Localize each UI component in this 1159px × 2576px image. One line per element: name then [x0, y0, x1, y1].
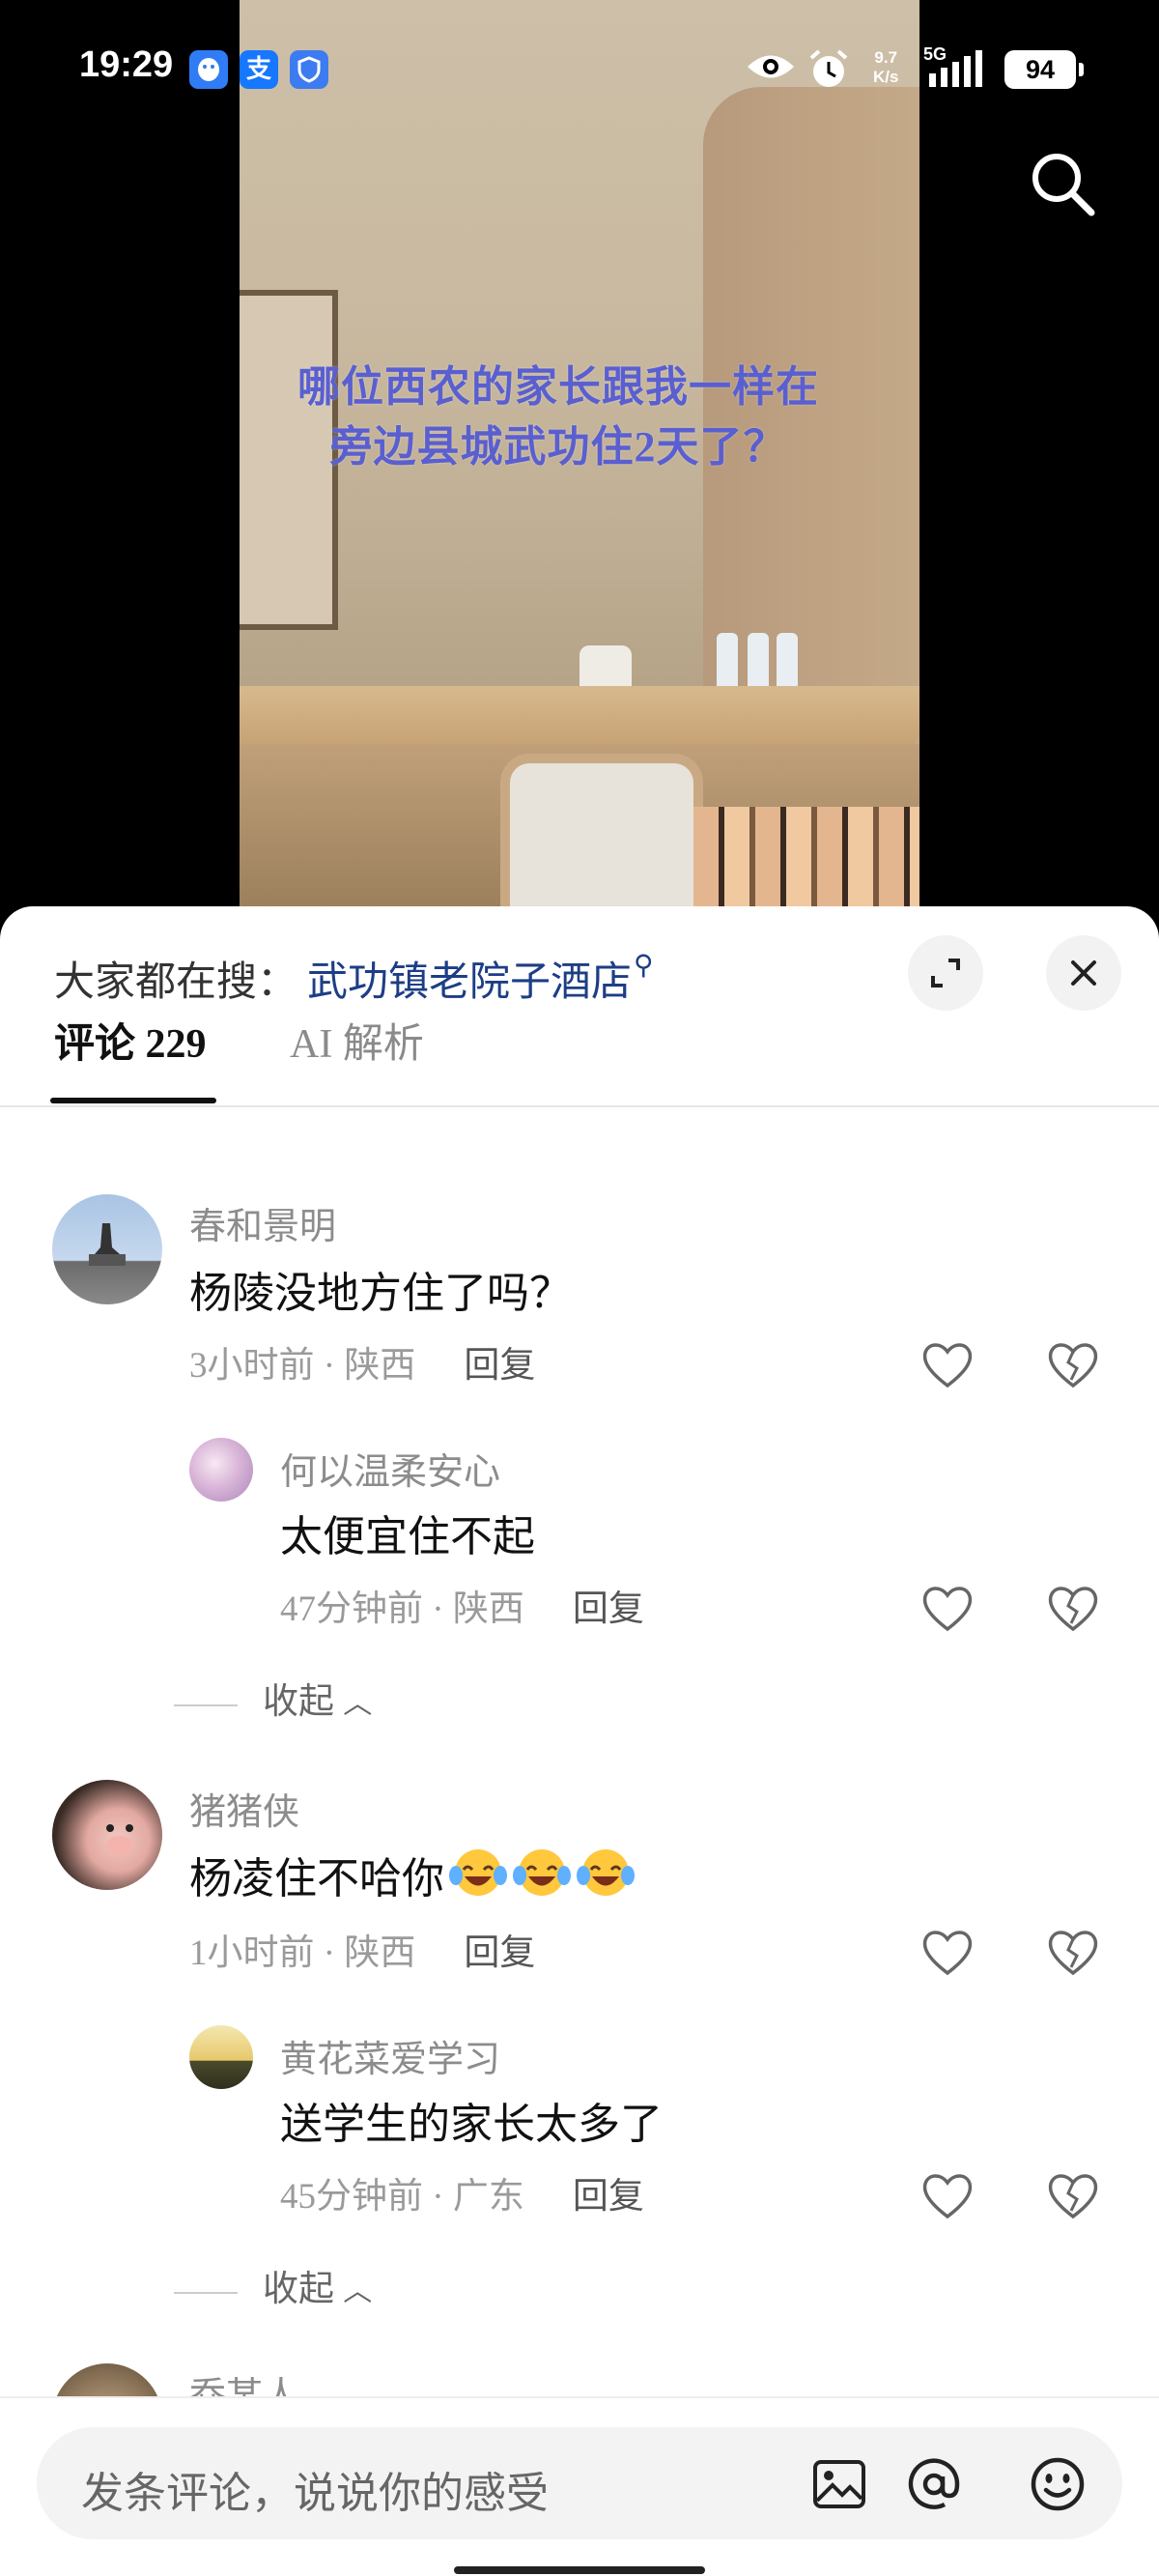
close-icon	[1071, 960, 1096, 986]
trending-label: 大家都在搜：	[54, 960, 298, 1005]
shield-app-icon	[290, 50, 328, 89]
reply-button[interactable]: 回复	[573, 1589, 644, 1629]
like-heart-icon[interactable]	[919, 1581, 975, 1637]
reply-time: 45分钟前	[280, 2177, 423, 2217]
video-caption: 哪位西农的家长跟我一样在旁边县城武功住2天了？	[297, 363, 819, 471]
reply-text: 太便宜住不起	[280, 1513, 535, 1560]
active-tab-indicator	[50, 1098, 216, 1103]
divider	[174, 1703, 238, 1706]
collapse-label: 收起	[263, 2270, 334, 2309]
expand-button[interactable]	[908, 935, 983, 1011]
reply-meta: 45分钟前 · 广东 回复	[280, 2177, 644, 2217]
reply-button[interactable]: 回复	[573, 2177, 644, 2217]
dislike-broken-heart-icon[interactable]	[1045, 1581, 1101, 1637]
eye-comfort-icon	[746, 50, 796, 92]
avatar[interactable]	[52, 1194, 162, 1304]
tab-comments[interactable]: 评论 229	[54, 1013, 207, 1076]
mention-at-icon[interactable]	[902, 2452, 966, 2516]
avatar[interactable]	[52, 1780, 162, 1890]
sheet-tabs: 评论 229 AI 解析	[0, 1013, 1159, 1107]
laughing-crying-emoji	[577, 1849, 635, 1896]
reply-button[interactable]: 回复	[464, 1346, 535, 1386]
comment-location: 陕西	[344, 1933, 416, 1973]
home-indicator[interactable]	[454, 2566, 705, 2574]
image-icon[interactable]	[807, 2452, 871, 2516]
reply-location: 广东	[452, 2177, 524, 2217]
chevron-up-icon: ︿	[343, 2275, 373, 2308]
network-speed: 9.7 K/s	[873, 48, 898, 87]
emoji-icon[interactable]	[1026, 2452, 1089, 2516]
comment-input-bar: 发条评论，说说你的感受	[0, 2396, 1159, 2576]
qq-icon	[189, 50, 228, 89]
network-speed-value: 9.7	[874, 48, 898, 67]
video-chair	[500, 754, 703, 908]
comment-meta: 3小时前 · 陕西 回复	[189, 1346, 536, 1386]
comment-meta: 1小时前 · 陕西 回复	[189, 1933, 536, 1973]
reply-username[interactable]: 何以温柔安心	[280, 1442, 500, 1495]
search-icon: ⚲	[634, 949, 654, 981]
search-button[interactable]	[1024, 145, 1101, 222]
alarm-icon	[807, 48, 850, 100]
dislike-broken-heart-icon[interactable]	[1045, 1337, 1101, 1393]
comment-username[interactable]: 春和景明	[189, 1196, 336, 1249]
collapse-replies-button[interactable]: 收起 ︿	[174, 2259, 372, 2311]
search-icon	[1032, 154, 1095, 216]
laughing-crying-emoji	[513, 1849, 571, 1896]
comment-username[interactable]: 猪猪侠	[189, 1782, 299, 1835]
reply-avatar[interactable]	[189, 2025, 253, 2089]
video-cartoon-crowd	[693, 807, 919, 908]
comment-time: 3小时前	[189, 1346, 315, 1386]
laughing-crying-emoji	[449, 1849, 507, 1896]
like-heart-icon[interactable]	[919, 1337, 975, 1393]
reply-time: 47分钟前	[280, 1589, 423, 1629]
trending-search: 大家都在搜： 武功镇老院子酒店⚲	[54, 949, 654, 1008]
status-bar: 19:29 支 9.7 K/s 5G 94	[0, 0, 1159, 145]
collapse-replies-button[interactable]: 收起 ︿	[174, 1672, 372, 1724]
dislike-broken-heart-icon[interactable]	[1045, 1925, 1101, 1981]
reply-meta: 47分钟前 · 陕西 回复	[280, 1589, 644, 1629]
trending-query-link[interactable]: 武功镇老院子酒店	[307, 960, 632, 1005]
battery-indicator: 94	[1004, 50, 1084, 89]
comment-input[interactable]: 发条评论，说说你的感受	[37, 2427, 1122, 2539]
like-heart-icon[interactable]	[919, 1925, 975, 1981]
reply-avatar[interactable]	[189, 1438, 253, 1502]
comment-text-line: 杨凌住不哈你	[189, 1844, 636, 1905]
status-time: 19:29	[79, 44, 174, 85]
comment-text: 杨陵没地方住了吗？	[189, 1270, 572, 1317]
comment-text: 杨凌住不哈你	[189, 1855, 444, 1903]
reply-username[interactable]: 黄花菜爱学习	[280, 2029, 500, 2082]
close-button[interactable]	[1046, 935, 1121, 1011]
comment-location: 陕西	[344, 1346, 416, 1386]
comment-sheet: 大家都在搜： 武功镇老院子酒店⚲ 评论 229 AI 解析 春和景明 杨陵没地方住…	[0, 906, 1159, 2574]
alipay-icon: 支	[240, 50, 278, 89]
expand-icon	[931, 959, 960, 987]
reply-button[interactable]: 回复	[464, 1933, 535, 1973]
comment-time: 1小时前	[189, 1933, 315, 1973]
comment-input-placeholder: 发条评论，说说你的感受	[81, 2470, 549, 2517]
reply-text: 送学生的家长太多了	[280, 2101, 663, 2148]
collapse-label: 收起	[263, 1682, 334, 1722]
like-heart-icon[interactable]	[919, 2168, 975, 2224]
tab-ai-analysis[interactable]: AI 解析	[290, 1013, 424, 1076]
reply-location: 陕西	[452, 1589, 524, 1629]
divider	[174, 2291, 238, 2294]
signal-icon: 5G	[923, 44, 995, 91]
chevron-up-icon: ︿	[343, 1687, 373, 1721]
network-speed-unit: K/s	[873, 68, 899, 86]
dislike-broken-heart-icon[interactable]	[1045, 2168, 1101, 2224]
